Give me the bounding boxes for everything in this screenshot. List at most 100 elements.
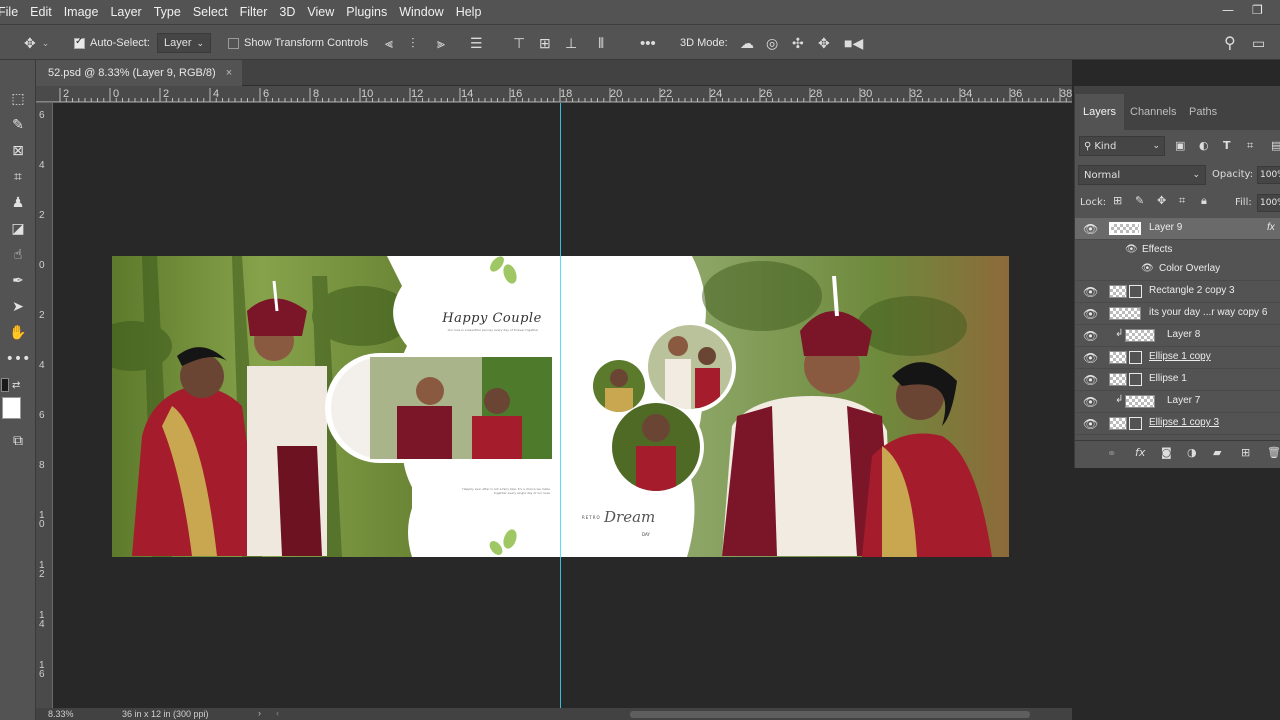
align-bottom-icon[interactable]: ⊥ <box>565 25 577 61</box>
3d-orbit-icon[interactable]: ☁ <box>740 25 754 61</box>
layer-row-ellipse-1-copy-3[interactable]: 👁︎ Ellipse 1 copy 3 <box>1075 413 1280 435</box>
marquee-tool-icon[interactable]: ⬚ <box>6 88 30 110</box>
tab-paths[interactable]: Paths <box>1189 94 1217 130</box>
menu-plugins[interactable]: Plugins <box>340 0 393 24</box>
lock-paint-icon[interactable]: ✎ <box>1135 194 1144 207</box>
adjustment-layer-icon[interactable]: ◑ <box>1187 446 1197 459</box>
swap-colors-icon[interactable]: ⇄ <box>12 380 20 391</box>
eye-icon[interactable]: 👁︎ <box>1083 285 1098 299</box>
horizontal-ruler[interactable]: 2 0 2 4 6 8 10 12 14 16 18 20 22 24 26 2… <box>36 86 1072 103</box>
menu-type[interactable]: Type <box>148 0 187 24</box>
menu-edit[interactable]: Edit <box>24 0 58 24</box>
menu-window[interactable]: Window <box>393 0 449 24</box>
layer-row-layer-9[interactable]: 👁︎ Layer 9 fx <box>1075 218 1280 240</box>
type-filter-icon[interactable]: T <box>1223 139 1231 152</box>
eye-icon[interactable]: 👁︎ <box>1083 351 1098 365</box>
eye-icon[interactable]: 👁︎ <box>1083 373 1098 387</box>
search-icon[interactable]: ⚲ <box>1224 25 1236 61</box>
tab-layers[interactable]: Layers <box>1075 94 1125 130</box>
layer-filter-dropdown[interactable]: ⚲ Kind ⌄ <box>1079 136 1165 156</box>
menu-image[interactable]: Image <box>58 0 105 24</box>
more-tools-icon[interactable]: ••• <box>6 348 31 370</box>
menu-view[interactable]: View <box>301 0 340 24</box>
menu-filter[interactable]: Filter <box>234 0 274 24</box>
link-layers-icon[interactable]: ⚭ <box>1107 447 1116 460</box>
pen-tool-icon[interactable]: ✒ <box>6 270 30 292</box>
new-layer-icon[interactable]: ⊞ <box>1241 446 1250 459</box>
image-filter-icon[interactable]: ▣ <box>1175 139 1185 152</box>
album-title[interactable]: Happy Couple <box>437 311 547 326</box>
layer-row-layer-8[interactable]: 👁︎ ↲ Layer 8 <box>1075 325 1280 347</box>
document-tab[interactable]: 52.psd @ 8.33% (Layer 9, RGB/8) × <box>36 60 242 86</box>
restore-icon[interactable]: ❐ <box>1252 3 1263 17</box>
move-tool-icon[interactable]: ✥ ⌄ <box>24 25 49 61</box>
lock-transparent-icon[interactable]: ⊞ <box>1113 194 1122 207</box>
eye-icon[interactable]: 👁︎ <box>1083 417 1098 431</box>
menu-help[interactable]: Help <box>450 0 488 24</box>
menu-3d[interactable]: 3D <box>273 0 301 24</box>
layer-effect-color-overlay[interactable]: 👁︎ Color Overlay <box>1075 259 1280 281</box>
frame-tool-icon[interactable]: ⊠ <box>6 140 30 162</box>
smart-object-filter-icon[interactable]: ▤ <box>1271 139 1280 152</box>
crop-tool-icon[interactable]: ⌗ <box>6 166 30 188</box>
eye-icon[interactable]: 👁︎ <box>1083 222 1098 236</box>
layer-row-layer-7[interactable]: 👁︎ ↲ Layer 7 <box>1075 391 1280 413</box>
chevron-right-icon[interactable]: › <box>258 708 261 718</box>
close-tab-icon[interactable]: × <box>226 67 232 79</box>
3d-slide-icon[interactable]: ✥ <box>818 25 830 61</box>
stamp-tool-icon[interactable]: ♟ <box>6 192 30 214</box>
shape-filter-icon[interactable]: ⌗ <box>1247 139 1253 153</box>
align-right-icon[interactable]: ⫸ <box>437 25 445 61</box>
layer-row-rectangle-2-copy-3[interactable]: 👁︎ Rectangle 2 copy 3 <box>1075 281 1280 303</box>
zoom-level[interactable]: 8.33% <box>48 709 74 719</box>
eye-icon[interactable]: 👁︎ <box>1141 263 1154 274</box>
lock-position-icon[interactable]: ✥ <box>1157 194 1166 207</box>
menu-select[interactable]: Select <box>187 0 234 24</box>
auto-select-checkbox[interactable]: Auto-Select: <box>74 25 150 61</box>
3d-pan-icon[interactable]: ✣ <box>792 25 804 61</box>
align-middle-v-icon[interactable]: ⊞ <box>539 25 551 61</box>
eye-icon[interactable]: 👁︎ <box>1083 329 1098 343</box>
add-style-icon[interactable]: fx <box>1135 446 1145 459</box>
show-transform-checkbox[interactable]: Show Transform Controls <box>228 25 368 61</box>
layer-row-its-your-day[interactable]: 👁︎ its your day ...r way copy 6 <box>1075 303 1280 325</box>
center-guide-line[interactable] <box>560 103 561 708</box>
dream-script-text[interactable]: Dream <box>604 508 655 526</box>
path-select-tool-icon[interactable]: ➤ <box>6 296 30 318</box>
fx-icon[interactable]: fx <box>1267 222 1275 233</box>
adjustment-filter-icon[interactable]: ◐ <box>1199 139 1209 152</box>
align-center-h-icon[interactable]: ⫶ <box>411 25 415 61</box>
distribute-icon[interactable]: ☰ <box>470 25 483 61</box>
fill-input[interactable]: 100% <box>1257 194 1280 212</box>
blend-mode-dropdown[interactable]: Normal ⌄ <box>1078 165 1206 185</box>
layer-row-ellipse-1[interactable]: 👁︎ Ellipse 1 <box>1075 369 1280 391</box>
screen-mode-icon[interactable]: ⧉ <box>6 430 30 452</box>
align-left-icon[interactable]: ⫷ <box>385 25 393 61</box>
eye-icon[interactable]: 👁︎ <box>1125 244 1138 255</box>
vertical-ruler[interactable]: 6 4 2 0 2 4 6 8 10 12 14 16 <box>36 103 53 708</box>
auto-select-dropdown[interactable]: Layer ⌄ <box>157 33 211 53</box>
eraser-tool-icon[interactable]: ◪ <box>6 218 30 240</box>
3d-camera-icon[interactable]: ■◀ <box>844 25 863 61</box>
distribute-v-icon[interactable]: ⦀ <box>598 25 604 61</box>
horizontal-scrollbar[interactable] <box>630 711 1030 718</box>
lock-all-icon[interactable]: 🔒︎ <box>1201 194 1207 208</box>
new-group-icon[interactable]: ▰ <box>1213 446 1221 459</box>
align-top-icon[interactable]: ⊤ <box>513 25 525 61</box>
eye-icon[interactable]: 👁︎ <box>1083 307 1098 321</box>
tab-channels[interactable]: Channels <box>1130 94 1176 130</box>
smudge-tool-icon[interactable]: ☝ <box>6 244 30 266</box>
opacity-input[interactable]: 100% <box>1257 166 1280 184</box>
3d-roll-icon[interactable]: ◎ <box>766 25 778 61</box>
delete-layer-icon[interactable]: 🗑︎ <box>1267 446 1280 459</box>
layer-row-ellipse-1-copy[interactable]: 👁︎ Ellipse 1 copy <box>1075 347 1280 369</box>
quick-select-tool-icon[interactable]: ✎ <box>6 114 30 136</box>
hand-tool-icon[interactable]: ✋ <box>6 322 30 344</box>
workspace-icon[interactable]: ▭ <box>1252 25 1265 61</box>
minimize-icon[interactable]: — <box>1222 3 1234 17</box>
foreground-color-swatch[interactable] <box>1 378 9 392</box>
more-options-icon[interactable]: ••• <box>640 25 656 61</box>
add-mask-icon[interactable]: ◙ <box>1161 446 1172 459</box>
scroll-left-icon[interactable]: ‹ <box>276 708 279 718</box>
menu-file[interactable]: File <box>0 0 24 24</box>
